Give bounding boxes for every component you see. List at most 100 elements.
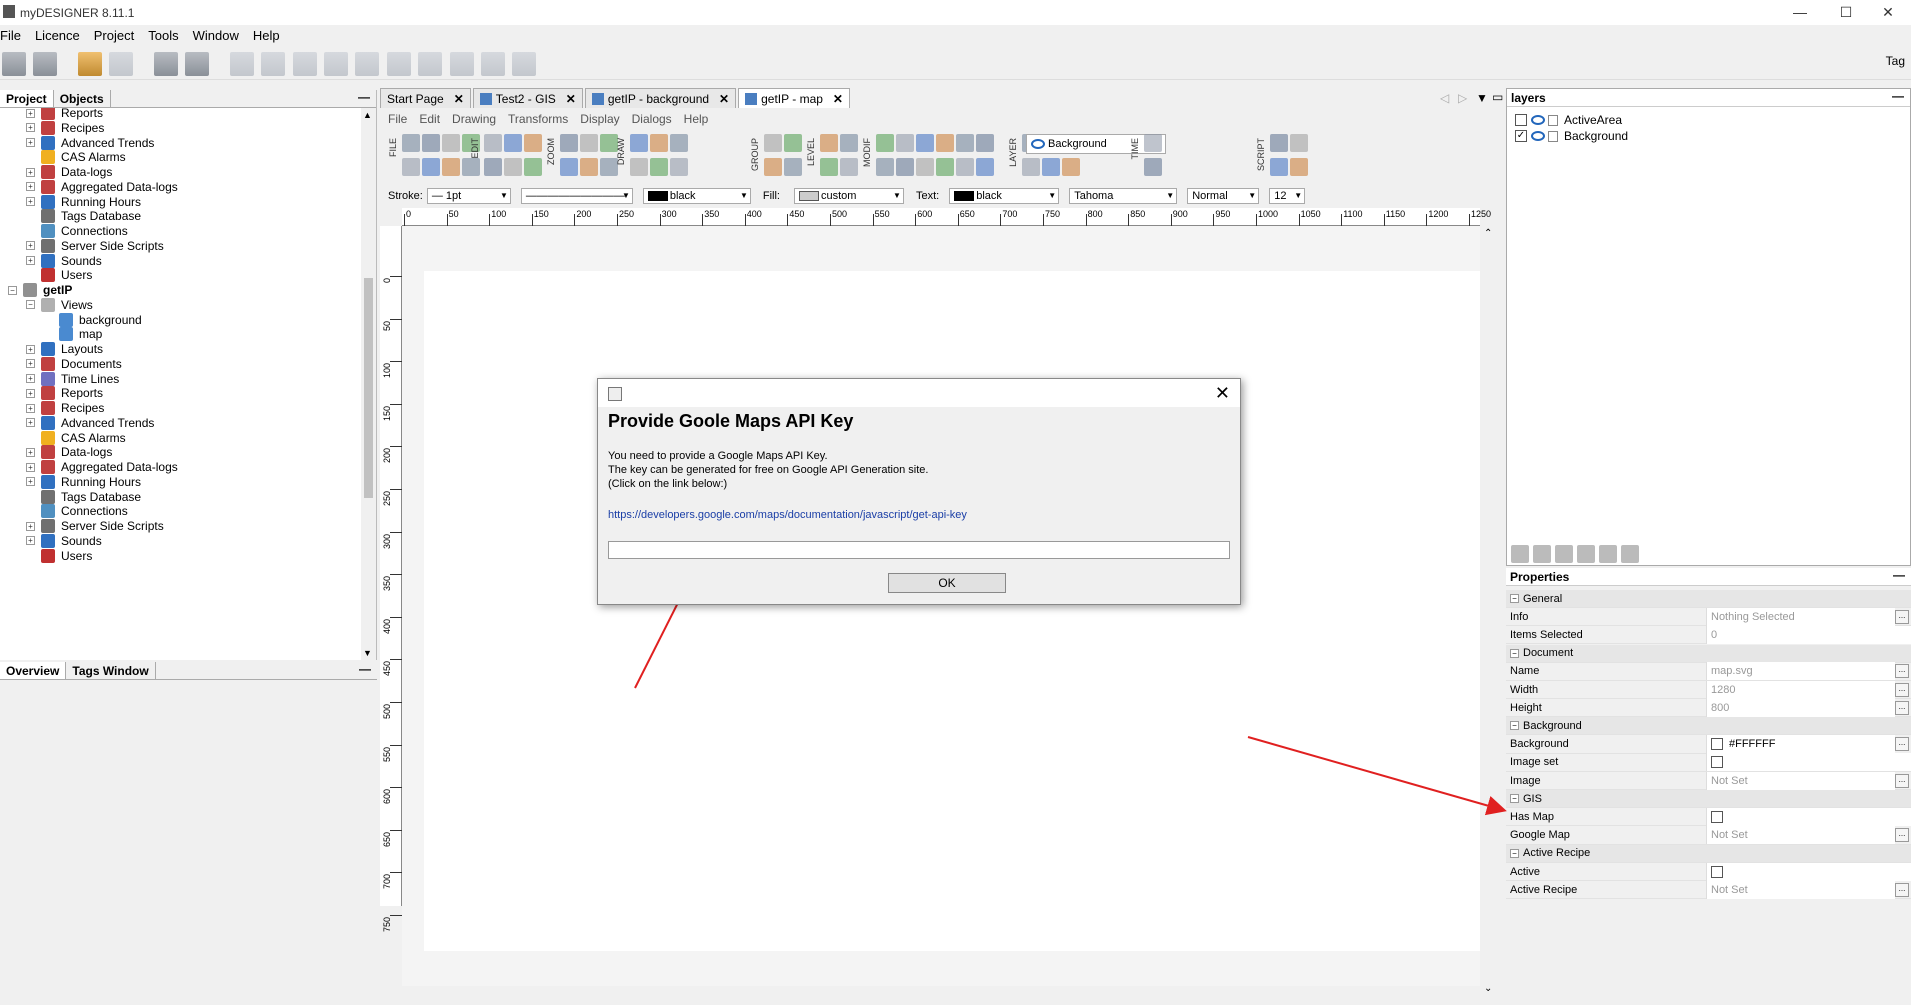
redo-icon[interactable] [109, 52, 134, 76]
layers-minimize-icon[interactable]: — [1892, 89, 1904, 103]
drawing-tool-icon[interactable] [422, 158, 440, 176]
tree-scroll-thumb[interactable] [364, 278, 373, 498]
editor-menu-dialogs[interactable]: Dialogs [632, 112, 672, 126]
expand-toggle-icon[interactable]: + [26, 447, 35, 457]
stroke-dash-select[interactable]: ――――――――― ▼ [520, 188, 633, 204]
property-section[interactable]: − Document [1506, 644, 1911, 663]
api-key-link[interactable]: https://developers.google.com/maps/docum… [608, 509, 967, 521]
drawing-tool-icon[interactable] [1062, 158, 1080, 176]
property-value[interactable]: Not Set [1706, 771, 1895, 790]
drawing-tool-icon[interactable] [504, 134, 522, 152]
maximize-icon[interactable]: ☐ [1823, 0, 1869, 25]
property-section[interactable]: − Background [1506, 717, 1911, 736]
expand-toggle-icon[interactable]: + [26, 241, 35, 251]
upload-icon[interactable] [418, 52, 443, 76]
fill-select[interactable]: custom ▼ [793, 188, 904, 204]
drawing-tool-icon[interactable] [1022, 158, 1040, 176]
drawing-tool-icon[interactable] [1144, 158, 1162, 176]
collapse-icon[interactable]: − [1510, 721, 1519, 731]
tab-close-icon[interactable]: ✕ [566, 92, 576, 106]
drawing-tool-icon[interactable] [876, 158, 894, 176]
drawing-tool-icon[interactable] [876, 134, 894, 152]
editor-menu-file[interactable]: File [388, 112, 407, 126]
property-value[interactable]: 0 [1706, 625, 1911, 644]
drawing-tool-icon[interactable] [524, 134, 542, 152]
tab-overview[interactable]: Overview [0, 662, 67, 679]
drawing-tool-icon[interactable] [896, 134, 914, 152]
editor-menu-help[interactable]: Help [684, 112, 709, 126]
drawing-tool-icon[interactable] [840, 134, 858, 152]
ok-button[interactable]: OK [888, 573, 1006, 593]
export-icon[interactable] [324, 52, 349, 76]
drawing-tool-icon[interactable] [560, 134, 578, 152]
expand-toggle-icon[interactable]: + [26, 359, 35, 369]
property-value[interactable] [1706, 807, 1911, 826]
property-value[interactable]: #FFFFFF [1706, 735, 1895, 754]
property-value[interactable]: 1280 [1706, 680, 1895, 699]
drawing-tool-icon[interactable] [1290, 134, 1308, 152]
scroll-up-icon[interactable]: ⌃ [1484, 228, 1492, 239]
property-value[interactable]: Not Set [1706, 826, 1895, 845]
drawing-tool-icon[interactable] [560, 158, 578, 176]
drawing-tool-icon[interactable] [936, 158, 954, 176]
ellipsis-button[interactable]: ... [1895, 609, 1909, 624]
drawing-tool-icon[interactable] [630, 158, 648, 176]
drawing-tool-icon[interactable] [956, 158, 974, 176]
properties-minimize-icon[interactable]: — [1893, 568, 1905, 582]
drawing-tool-icon[interactable] [896, 158, 914, 176]
menu-item-licence[interactable]: Licence [35, 28, 80, 43]
property-section[interactable]: − Active Recipe [1506, 844, 1911, 863]
drawing-tool-icon[interactable] [504, 158, 522, 176]
layer-up-icon[interactable] [1555, 545, 1573, 563]
save-all-icon[interactable] [33, 52, 58, 76]
minimize-icon[interactable]: — [1777, 0, 1823, 25]
layer-checkbox[interactable]: ✓ [1515, 130, 1527, 142]
drawing-tool-icon[interactable] [630, 134, 648, 152]
api-key-input[interactable] [608, 541, 1230, 559]
expand-toggle-icon[interactable]: − [26, 300, 35, 310]
tab-close-icon[interactable]: ✕ [454, 92, 464, 106]
layer-down-icon[interactable] [1577, 545, 1595, 563]
copy-project-icon[interactable] [512, 52, 537, 76]
editor-maximize-icon[interactable]: ▭ [1492, 90, 1503, 104]
tab-next-icon[interactable]: ▷ [1458, 91, 1467, 105]
expand-toggle-icon[interactable]: + [26, 477, 35, 487]
tree-item[interactable]: Users [26, 547, 92, 565]
tab-project[interactable]: Project [0, 90, 54, 107]
menu-item-tools[interactable]: Tools [148, 28, 178, 43]
lock-icon[interactable] [1548, 114, 1558, 126]
expand-toggle-icon[interactable]: + [26, 374, 35, 383]
drawing-tool-icon[interactable] [670, 158, 688, 176]
property-section[interactable]: − General [1506, 590, 1911, 608]
collapse-icon[interactable]: − [1510, 594, 1519, 603]
new-project-icon[interactable] [154, 52, 179, 76]
layer-item[interactable]: ✓ Background [1515, 129, 1628, 143]
drawing-tool-icon[interactable] [916, 158, 934, 176]
drawing-tool-icon[interactable] [580, 134, 598, 152]
tab-list-icon[interactable]: ▼ [1476, 91, 1488, 105]
expand-toggle-icon[interactable]: + [26, 521, 35, 531]
drawing-tool-icon[interactable] [670, 134, 688, 152]
menu-item-help[interactable]: Help [253, 28, 280, 43]
drawing-tool-icon[interactable] [1042, 158, 1060, 176]
tab-prev-icon[interactable]: ◁ [1440, 91, 1449, 105]
layer-item[interactable]: ActiveArea [1515, 113, 1622, 127]
menu-item-project[interactable]: Project [94, 28, 134, 43]
expand-toggle-icon[interactable]: − [8, 285, 17, 295]
layer-checkbox[interactable] [1515, 114, 1527, 126]
canvas-scrollbar[interactable]: ⌃ ⌄ [1480, 226, 1498, 996]
drawing-tool-icon[interactable] [1290, 158, 1308, 176]
canvas-page[interactable] [424, 271, 1480, 951]
drawing-tool-icon[interactable] [956, 134, 974, 152]
property-value[interactable]: map.svg [1706, 662, 1895, 681]
editor-menu-display[interactable]: Display [580, 112, 619, 126]
text-color-select[interactable]: black ▼ [949, 188, 1060, 204]
drawing-tool-icon[interactable] [442, 134, 460, 152]
remove-layer-icon[interactable] [1533, 545, 1551, 563]
drawing-tool-icon[interactable] [976, 158, 994, 176]
ellipsis-button[interactable]: ... [1895, 828, 1909, 843]
ellipsis-button[interactable]: ... [1895, 664, 1909, 679]
preview-icon[interactable] [261, 52, 286, 76]
tab-close-icon[interactable]: ✕ [719, 92, 729, 106]
panel-minimize-icon[interactable]: — [358, 90, 370, 104]
